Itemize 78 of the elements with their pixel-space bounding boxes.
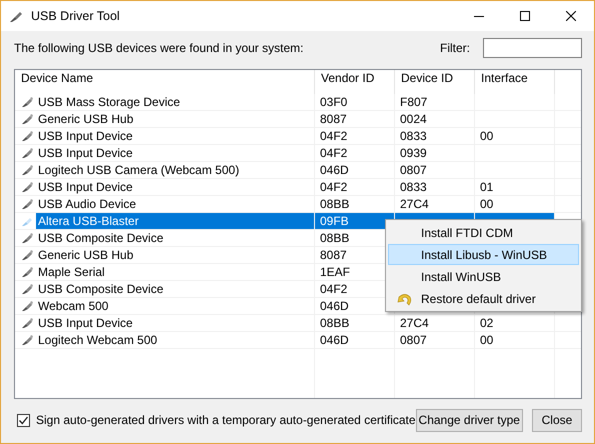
device-name[interactable]: USB Composite Device: [36, 230, 166, 246]
checkbox-label: Sign auto-generated drivers with a temporary auto-generated certificate: [36, 413, 416, 427]
table-cell-text: 04F2: [319, 145, 348, 161]
table-cell: 09FB: [315, 213, 395, 229]
close-icon: [566, 11, 576, 21]
table-cell-text: 8087: [319, 247, 348, 263]
table-cell-text: 08BB: [319, 196, 350, 212]
table-cell: 27C4: [400, 316, 429, 330]
undo-arrow-icon: [397, 292, 413, 306]
table-cell: 0939: [400, 146, 427, 160]
usb-plug-icon: [21, 232, 33, 244]
table-cell-text: 046D: [319, 332, 350, 348]
intro-text: The following USB devices were found in your system:: [14, 41, 304, 55]
checkbox[interactable]: [17, 414, 30, 426]
menu-item[interactable]: Install Libusb - WinUSB: [388, 244, 579, 265]
device-name[interactable]: USB Mass Storage Device: [36, 94, 182, 110]
table-cell: 01: [480, 180, 494, 194]
device-name[interactable]: USB Input Device: [36, 179, 135, 195]
usb-plug-icon: [21, 317, 33, 329]
usb-plug-icon: [21, 334, 33, 346]
device-name[interactable]: USB Input Device: [36, 145, 135, 161]
table-cell-text: 03F0: [319, 94, 348, 110]
device-name[interactable]: Generic USB Hub: [36, 111, 136, 127]
maximize-icon: [520, 11, 530, 21]
usb-plug-icon: [21, 249, 33, 261]
column-header[interactable]: Vendor ID: [315, 70, 395, 94]
column-header[interactable]: Device Name: [15, 70, 315, 94]
usb-plug-icon: [21, 300, 33, 312]
device-name[interactable]: Webcam 500: [36, 298, 110, 314]
table-cell-text: 046D: [319, 162, 350, 178]
device-name[interactable]: Maple Serial: [36, 264, 107, 280]
usb-plug-icon: [21, 164, 33, 176]
table-cell: 00: [480, 129, 494, 143]
table-cell: F807: [400, 95, 428, 109]
table-cell-text: 04F2: [319, 128, 348, 144]
table-cell-text: 04F2: [319, 179, 348, 195]
usb-plug-icon: [21, 130, 33, 142]
table-cell: 00: [480, 197, 494, 211]
device-name[interactable]: Generic USB Hub: [36, 247, 136, 263]
table-cell: 27C4: [400, 197, 429, 211]
window-title: USB Driver Tool: [31, 9, 120, 23]
usb-plug-icon: [21, 215, 33, 227]
usb-plug-icon: [21, 198, 33, 210]
table-cell: 0024: [400, 112, 427, 126]
table-cell-text: 08BB: [319, 230, 350, 246]
usb-plug-icon: [21, 96, 33, 108]
usb-plug-icon: [21, 266, 33, 278]
usb-plug-icon: [9, 9, 23, 23]
device-name[interactable]: Altera USB-Blaster: [36, 213, 315, 229]
table-cell: 02: [480, 316, 494, 330]
device-name[interactable]: Logitech USB Camera (Webcam 500): [36, 162, 242, 178]
menu-item[interactable]: Install WinUSB: [388, 266, 579, 287]
table-cell-text: 04F2: [319, 281, 348, 297]
usb-plug-icon: [21, 113, 33, 125]
usb-plug-icon: [21, 283, 33, 295]
column-header[interactable]: Device ID: [395, 70, 475, 94]
table-cell-text: 8087: [319, 111, 348, 127]
table-cell: 0807: [400, 163, 427, 177]
dialog-button[interactable]: Close: [532, 408, 582, 432]
table-cell-text: 1EAF: [319, 264, 352, 280]
dialog-button[interactable]: Change driver type: [416, 408, 523, 432]
device-name[interactable]: USB Input Device: [36, 315, 135, 331]
table-cell: 0833: [400, 180, 427, 194]
usb-plug-icon: [21, 147, 33, 159]
table-cell: 00: [480, 333, 494, 347]
device-name[interactable]: USB Composite Device: [36, 281, 166, 297]
menu-item[interactable]: Restore default driver: [388, 288, 579, 309]
table-cell: 0833: [400, 129, 427, 143]
filter-label: Filter:: [440, 41, 470, 55]
table-cell-text: 08BB: [319, 315, 350, 331]
filter-field[interactable]: [483, 38, 582, 58]
table-cell: 0807: [400, 333, 427, 347]
device-name[interactable]: USB Audio Device: [36, 196, 138, 212]
column-header[interactable]: Interface: [475, 70, 555, 94]
table-cell-text: 046D: [319, 298, 350, 314]
device-name[interactable]: USB Input Device: [36, 128, 135, 144]
device-name[interactable]: Logitech Webcam 500: [36, 332, 160, 348]
usb-plug-icon: [21, 181, 33, 193]
